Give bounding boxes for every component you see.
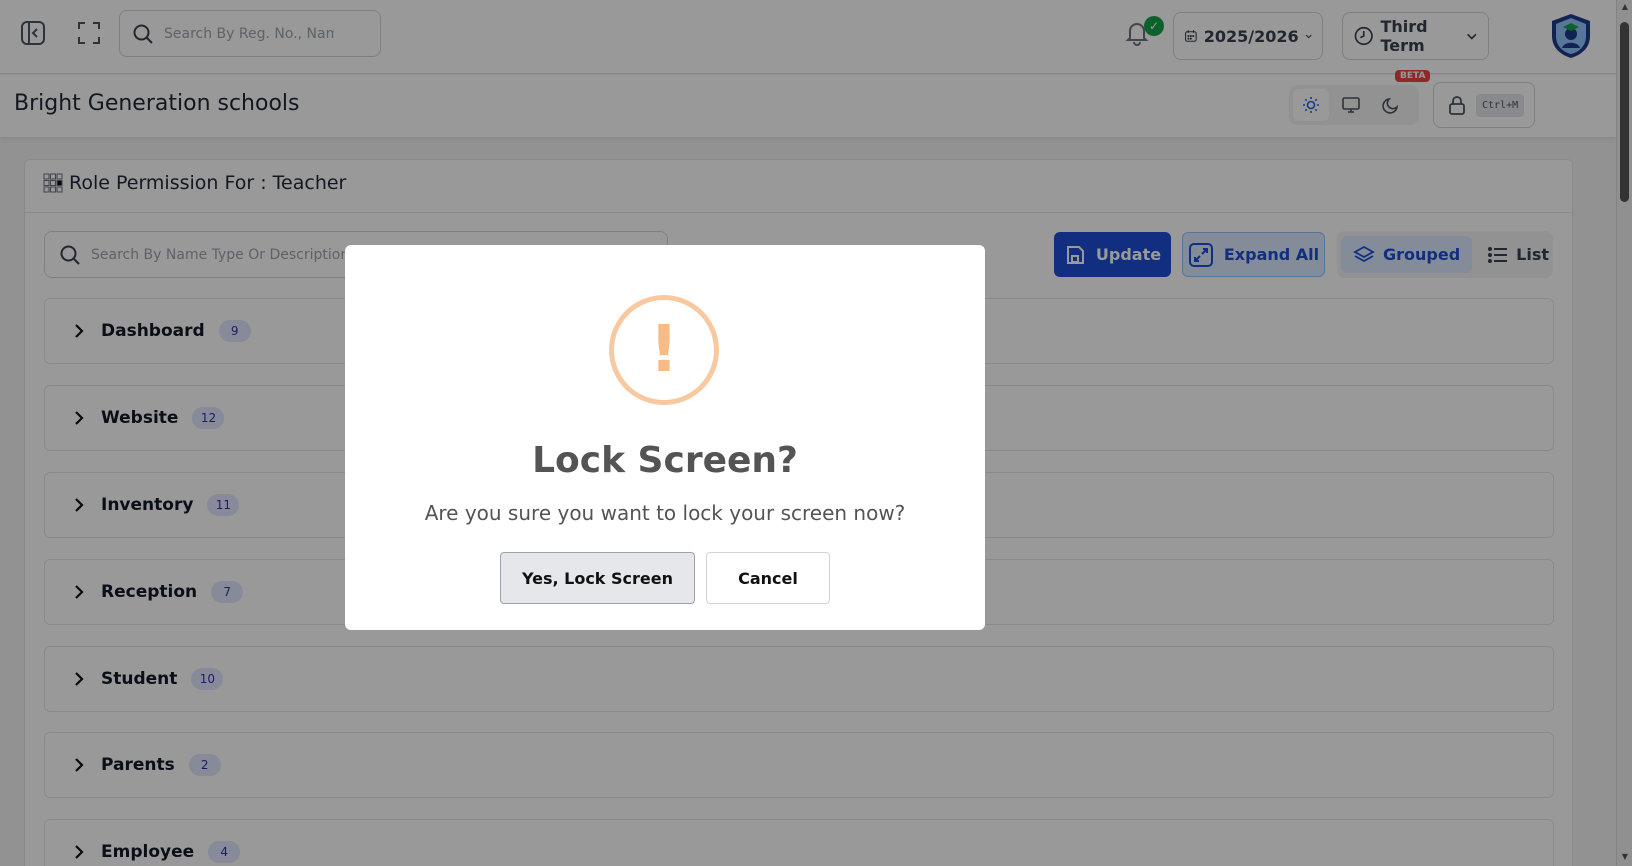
dialog-message: Are you sure you want to lock your scree… <box>424 501 906 525</box>
warning-icon: ! <box>609 295 719 405</box>
cancel-button[interactable]: Cancel <box>706 552 830 604</box>
confirm-lock-button[interactable]: Yes, Lock Screen <box>500 552 695 604</box>
lock-screen-dialog: ! Lock Screen? Are you sure you want to … <box>345 245 985 630</box>
dialog-title: Lock Screen? <box>532 440 798 481</box>
modal-backdrop[interactable]: ! Lock Screen? Are you sure you want to … <box>0 0 1632 866</box>
